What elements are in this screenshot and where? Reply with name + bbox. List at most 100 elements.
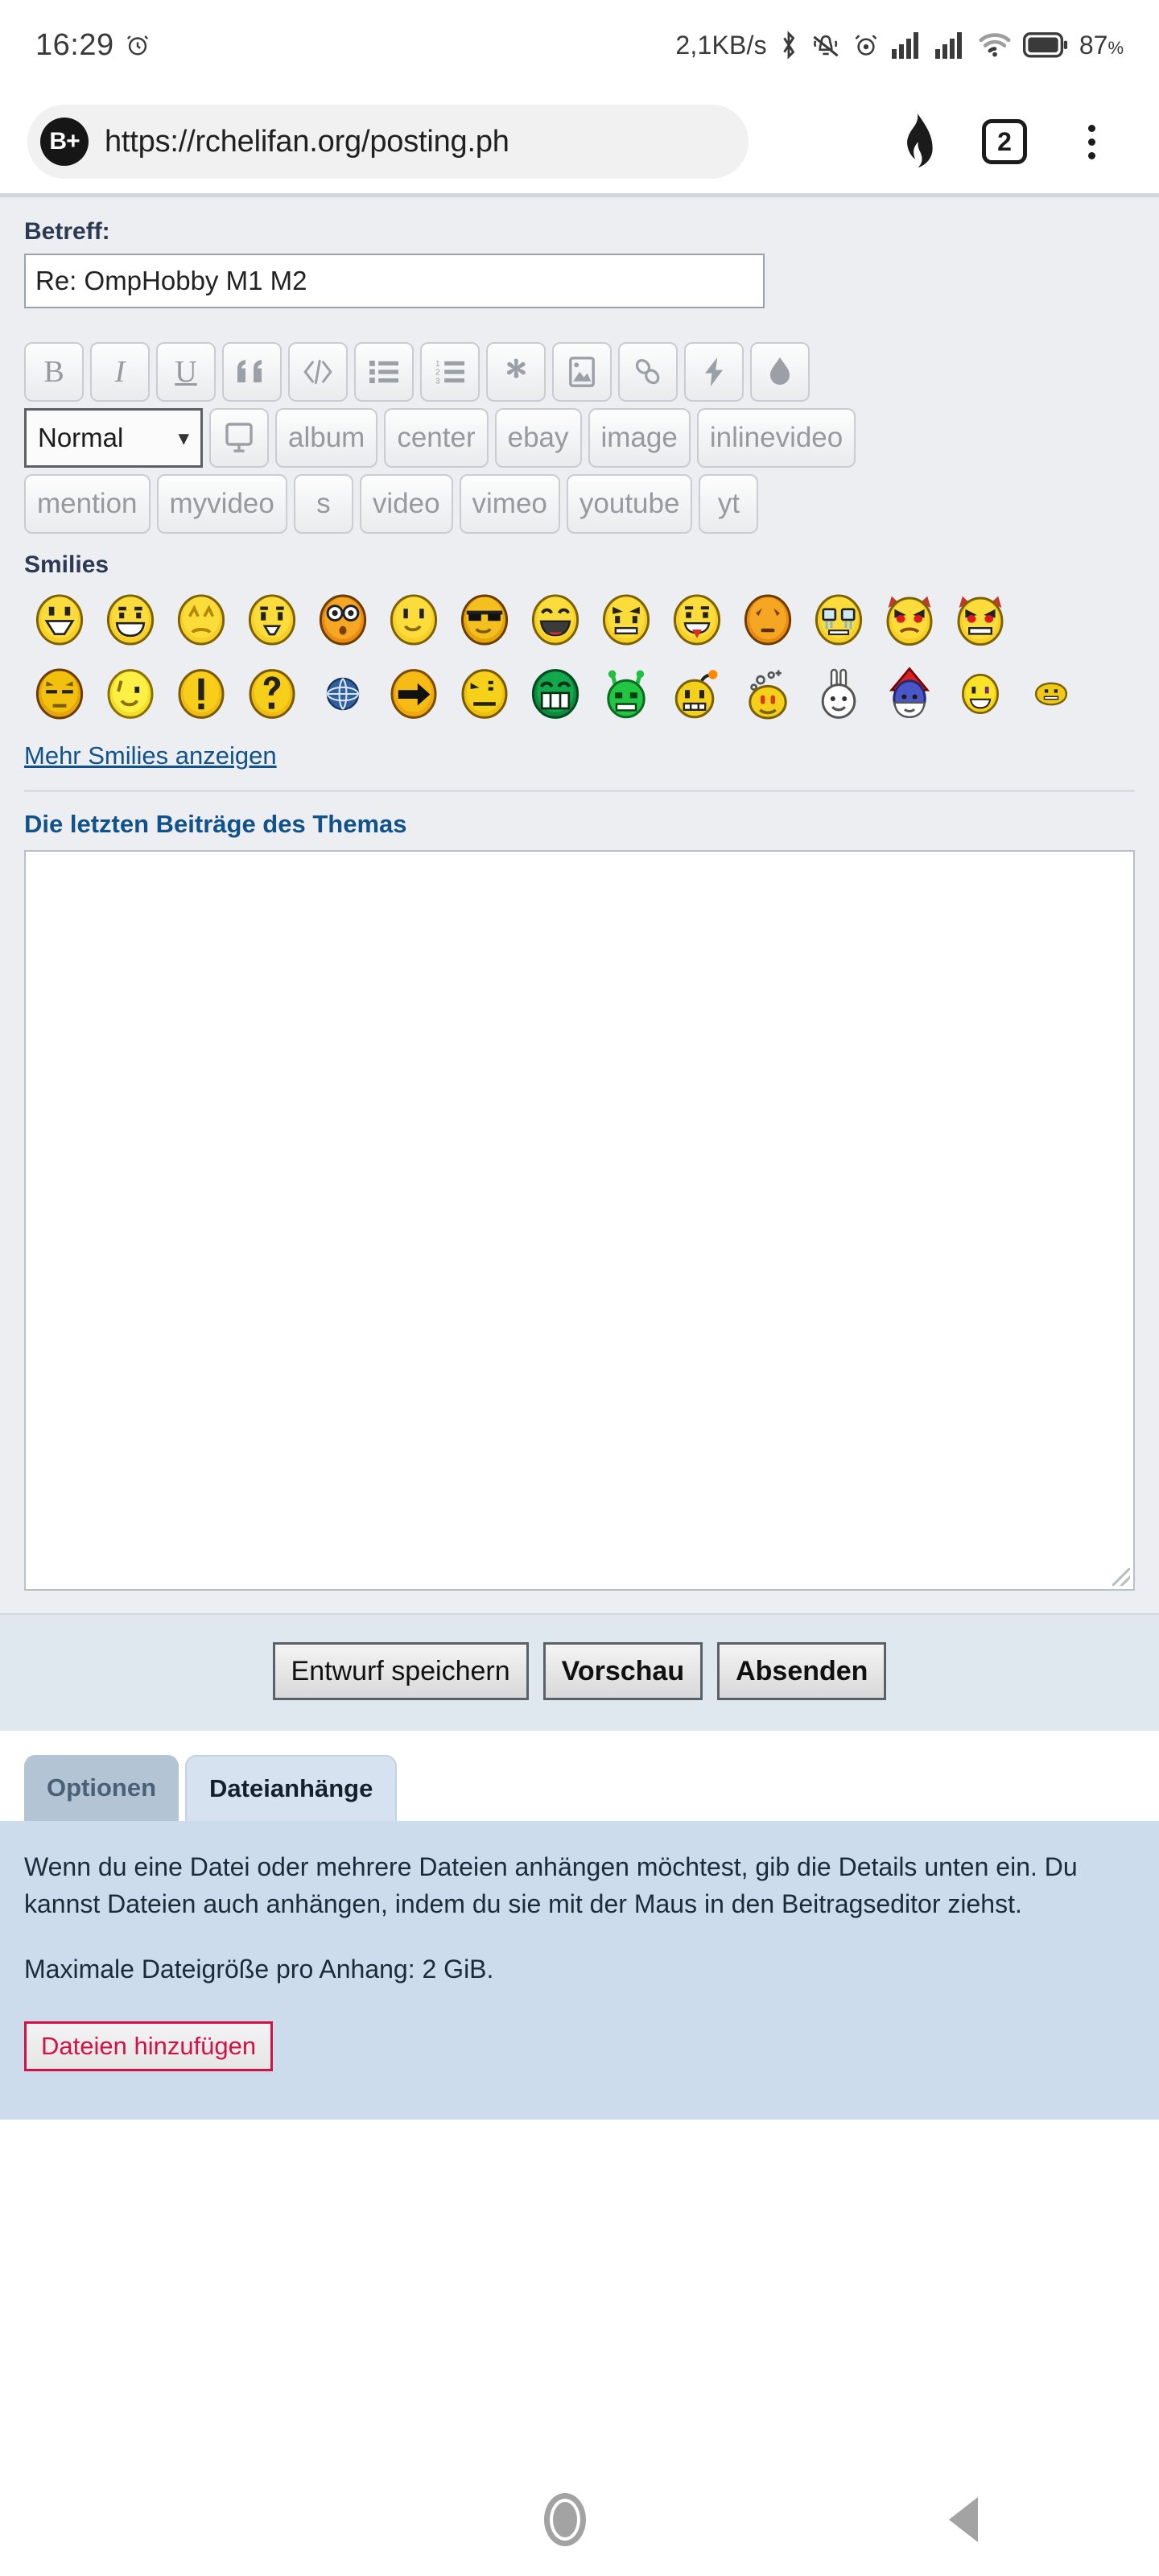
tab-optionen[interactable]: Optionen — [24, 1755, 179, 1821]
url-bar[interactable]: B+ https://rchelifan.org/posting.ph — [27, 105, 749, 179]
smiley-exclaim[interactable] — [166, 663, 237, 725]
page-content: Betreff: Re: OmpHobby M1 M2 B I U 1 2 3 … — [0, 193, 1159, 2120]
kebab-menu-icon[interactable] — [1051, 101, 1132, 182]
url-text[interactable]: https://rchelifan.org/posting.ph — [105, 125, 509, 159]
smiley-shocked[interactable] — [307, 588, 378, 651]
ebay-button[interactable]: ebay — [494, 408, 582, 468]
color-droplet-button[interactable] — [750, 342, 810, 402]
video-button[interactable]: video — [359, 474, 453, 534]
smilies-heading: Smilies — [24, 551, 109, 578]
vimeo-button[interactable]: vimeo — [459, 474, 560, 534]
home-circle-icon[interactable] — [543, 2493, 586, 2546]
smiley-arrow[interactable] — [378, 663, 449, 725]
smiley-evil-angry[interactable] — [874, 588, 945, 651]
bbcode-row-3: mention myvideo s video vimeo youtube yt — [24, 474, 1135, 534]
yt-button[interactable]: yt — [699, 474, 759, 534]
status-bar: 16:29 2,1KB/s 87% — [0, 0, 1159, 90]
smiley-tongue-out[interactable] — [237, 588, 307, 651]
smiley-razz[interactable] — [662, 588, 732, 651]
image-tag-button[interactable]: image — [588, 408, 691, 468]
mention-button[interactable]: mention — [24, 474, 151, 534]
back-triangle-icon[interactable] — [948, 2497, 978, 2542]
svg-text:2: 2 — [435, 369, 440, 378]
album-button[interactable]: album — [275, 408, 378, 468]
preview-button[interactable]: Vorschau — [542, 1642, 703, 1700]
code-button[interactable] — [288, 342, 348, 402]
submit-button[interactable]: Absenden — [717, 1642, 887, 1700]
battery-percent-symbol: % — [1107, 37, 1124, 58]
smiley-cry[interactable] — [803, 588, 874, 651]
quote-button[interactable] — [222, 342, 282, 402]
list-item-asterisk-button[interactable] — [486, 342, 546, 402]
image-button[interactable] — [552, 342, 612, 402]
italic-button[interactable]: I — [90, 342, 150, 402]
smiley-neutral[interactable] — [449, 663, 520, 725]
form-action-bar: Entwurf speichern Vorschau Absenden — [0, 1613, 1159, 1731]
smiley-bunny[interactable] — [803, 663, 874, 725]
tab-counter-button[interactable]: 2 — [964, 101, 1045, 182]
smiley-sad[interactable] — [166, 588, 237, 651]
subject-label: Betreff: — [24, 218, 110, 245]
smiley-laugh[interactable] — [520, 588, 591, 651]
smiley-flat[interactable] — [1016, 663, 1087, 725]
attachments-panel: Wenn du eine Datei oder mehrere Dateien … — [0, 1821, 1159, 2120]
smiley-alien[interactable] — [591, 663, 662, 725]
smiley-confused[interactable] — [732, 588, 803, 651]
subject-input[interactable]: Re: OmpHobby M1 M2 — [24, 254, 765, 308]
smiley-question[interactable] — [237, 663, 307, 725]
tab-count-label[interactable]: 2 — [982, 119, 1027, 164]
myvideo-button[interactable]: myvideo — [156, 474, 287, 534]
section-divider — [24, 790, 1135, 792]
underline-button[interactable]: U — [156, 342, 216, 402]
brave-shields-flame-icon[interactable] — [877, 101, 958, 182]
screen-button[interactable] — [209, 408, 269, 468]
phone-screen: 16:29 2,1KB/s 87% B+ https://rchelifan.o… — [0, 0, 1159, 2576]
unordered-list-button[interactable] — [354, 342, 414, 402]
smiley-big-grin[interactable] — [24, 588, 95, 651]
smiley-wink[interactable] — [95, 663, 166, 725]
save-draft-button[interactable]: Entwurf speichern — [272, 1642, 529, 1700]
smiley-evil-grin[interactable] — [945, 588, 1016, 651]
smiley-bomb[interactable] — [662, 663, 732, 725]
bold-button[interactable]: B — [24, 342, 84, 402]
smiley-gnome[interactable] — [874, 663, 945, 725]
smiley-yellow-smile[interactable] — [945, 663, 1016, 725]
profile-badge-icon[interactable]: B+ — [40, 118, 89, 166]
center-button[interactable]: center — [384, 408, 489, 468]
show-more-smilies-link[interactable]: Mehr Smilies anzeigen — [24, 741, 277, 770]
tab-dateianhaenge[interactable]: Dateianhänge — [185, 1755, 398, 1821]
smiley-bubbles[interactable] — [732, 663, 803, 725]
flash-button[interactable] — [684, 342, 744, 402]
vibrate-off-icon — [810, 31, 841, 60]
last-posts-panel[interactable] — [24, 850, 1135, 1591]
smiley-cool[interactable] — [449, 588, 520, 651]
status-bar-right: 2,1KB/s 87% — [675, 30, 1124, 60]
resize-grip-icon[interactable] — [1112, 1568, 1130, 1586]
battery-icon — [1022, 32, 1068, 58]
chevron-down-icon: ▾ — [178, 425, 189, 450]
smiley-green-grin[interactable] — [520, 663, 591, 725]
network-speed-label: 2,1KB/s — [675, 30, 767, 60]
bbcode-row-2: Normal ▾ album center ebay image inlinev… — [24, 408, 1135, 468]
smiley-roll-eyes[interactable] — [24, 663, 95, 725]
smiley-globe[interactable] — [307, 663, 378, 725]
url-link-button[interactable] — [618, 342, 678, 402]
smiley-mad[interactable] — [591, 588, 662, 651]
status-clock: 16:29 — [35, 27, 114, 62]
svg-text:3: 3 — [435, 377, 440, 385]
smiley-grin[interactable] — [95, 588, 166, 651]
browser-actions: 2 — [877, 101, 1132, 182]
svg-text:1: 1 — [435, 360, 440, 369]
add-files-button[interactable]: Dateien hinzufügen — [24, 2021, 274, 2072]
signal-sim2-icon — [934, 31, 967, 59]
smilies-row-2 — [24, 663, 1135, 725]
strike-button[interactable]: s — [293, 474, 353, 534]
smiley-smile[interactable] — [378, 588, 449, 651]
font-size-select[interactable]: Normal ▾ — [24, 408, 203, 468]
youtube-button[interactable]: youtube — [566, 474, 693, 534]
browser-toolbar: B+ https://rchelifan.org/posting.ph 2 — [0, 90, 1159, 193]
bbcode-row-1: B I U 1 2 3 — [24, 342, 1135, 402]
inlinevideo-button[interactable]: inlinevideo — [696, 408, 856, 468]
ordered-list-button[interactable]: 1 2 3 — [420, 342, 480, 402]
smilies-row-1 — [24, 588, 1135, 651]
